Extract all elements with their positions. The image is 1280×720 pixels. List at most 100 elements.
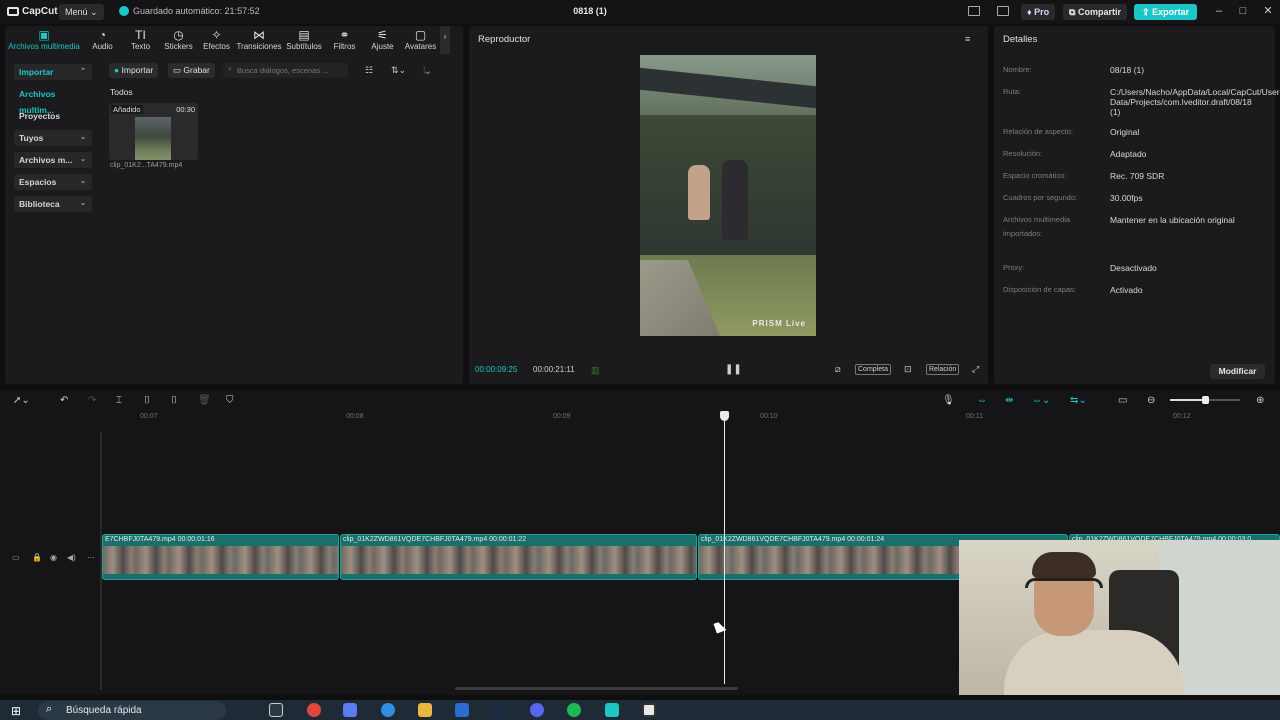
capcut-taskbar-icon[interactable]	[642, 703, 656, 717]
menu-icon[interactable]: ≡	[965, 34, 970, 44]
spotify-icon[interactable]	[567, 703, 581, 717]
layout-icon[interactable]	[968, 6, 980, 16]
check-icon	[119, 6, 129, 16]
select-tool-icon[interactable]: ➚⌄	[13, 395, 30, 406]
tab-adjust[interactable]: ⚟ Ajuste	[364, 26, 401, 54]
menu-button[interactable]: Menú ⌄	[59, 4, 104, 20]
discord-icon[interactable]	[530, 703, 544, 717]
export-button[interactable]: ⇪ Exportar	[1134, 4, 1198, 20]
sidebar-item-library[interactable]: Biblioteca ⌄	[14, 196, 92, 212]
edge-icon[interactable]	[381, 703, 395, 717]
close-icon[interactable]: ✕	[1262, 5, 1274, 17]
tab-effects[interactable]: ✧ Efectos	[198, 26, 235, 54]
tab-text[interactable]: TI Texto	[122, 26, 159, 54]
copilot-icon[interactable]	[343, 703, 357, 717]
link-icon[interactable]: ⇹	[1005, 395, 1013, 406]
tab-audio[interactable]: ◔ Audio	[84, 26, 121, 54]
zoom-out-icon[interactable]: ⊖	[1147, 395, 1155, 406]
import-button[interactable]: ● Importar	[109, 63, 159, 78]
media-search-input[interactable]: Busca diálogos, escenas ...	[223, 63, 348, 78]
grid-view-icon[interactable]: ☷	[365, 65, 373, 76]
clip-label: E7CHBFJ0TA479.mp4 00:00:01:16	[105, 536, 215, 543]
pause-icon[interactable]: ❚❚	[725, 364, 742, 375]
search-icon: ⌕	[228, 66, 232, 73]
tab-transitions[interactable]: ⋈ Transiciones	[236, 26, 282, 54]
trim-right-icon[interactable]: ⌷	[171, 395, 177, 406]
added-badge: Añadido	[111, 105, 143, 114]
zoom-in-icon[interactable]: ⊕	[1256, 395, 1264, 406]
trim-left-icon[interactable]: ⌷	[144, 395, 150, 406]
microphone-icon[interactable]: 🎙	[942, 395, 955, 406]
lock-icon[interactable]: 🔒	[32, 553, 42, 562]
redo-icon[interactable]: ↷	[88, 395, 96, 406]
media-thumbnail[interactable]: Añadido 00:30	[109, 103, 198, 160]
timeline-clip[interactable]: E7CHBFJ0TA479.mp4 00:00:01:16	[102, 534, 339, 580]
file-explorer-icon[interactable]	[418, 703, 432, 717]
sort-icon[interactable]: ⇅⌄	[391, 65, 406, 76]
ruler-tick: 00:11	[966, 413, 983, 420]
windows-start-icon[interactable]: ⊞	[11, 704, 21, 718]
clip-label: clip_01K2ZWD861VQDE7CHBFJ0TA479.mp4 00:0…	[343, 536, 527, 543]
clip-frames	[341, 546, 696, 574]
track-cover-icon[interactable]: ▭	[12, 553, 20, 562]
crop-icon[interactable]: ⧄	[835, 364, 841, 375]
record-icon: ▭	[173, 65, 182, 75]
snapshot-icon[interactable]: ⊡	[904, 364, 912, 375]
filter-icon[interactable]: ⫶⌄	[423, 65, 430, 76]
tab-media[interactable]: ▣ Archivos multimedia	[5, 26, 83, 54]
split-icon[interactable]: ⌶	[116, 395, 122, 406]
search-icon: ⌕	[46, 703, 53, 715]
ratio-button[interactable]: Relación	[926, 364, 960, 375]
detail-key: Resolución:	[1003, 149, 1043, 158]
chevron-down-icon: ⌄	[80, 178, 86, 185]
fullscreen-icon[interactable]: ⤢	[972, 364, 979, 375]
detail-value: Original	[1110, 127, 1140, 137]
sidebar-item-import[interactable]: Importar ⌃	[14, 64, 92, 80]
sidebar-item-media-files[interactable]: Archivos multim...	[14, 86, 92, 115]
tab-filters[interactable]: ⚭ Filtros	[326, 26, 363, 54]
magnet-icon[interactable]: ⇔	[977, 395, 987, 406]
sidebar-item-media-m[interactable]: Archivos m... ⌄	[14, 152, 92, 168]
sidebar-item-secondary-projects[interactable]: Proyectos secun...	[14, 108, 92, 137]
export-label: Exportar	[1152, 7, 1190, 17]
record-label: Grabar	[183, 65, 210, 75]
tab-stickers[interactable]: ◷ Stickers	[160, 26, 197, 54]
caption-icon[interactable]: ▭	[1118, 395, 1127, 406]
delete-icon[interactable]: 🗑	[198, 395, 211, 406]
timeline-clip[interactable]: clip_01K2ZWD861VQDE7CHBFJ0TA479.mp4 00:0…	[340, 534, 697, 580]
diamond-icon: ♦	[1027, 7, 1032, 17]
tab-subtitles[interactable]: ▤ Subtítulos	[283, 26, 325, 54]
shortcuts-icon[interactable]	[997, 6, 1009, 16]
timeline-scrollbar[interactable]	[455, 687, 738, 690]
sidebar-item-spaces[interactable]: Espacios ⌄	[14, 174, 92, 190]
store-icon[interactable]	[455, 703, 469, 717]
modify-button[interactable]: Modificar	[1210, 364, 1265, 379]
playhead[interactable]	[724, 416, 725, 684]
tabs-scroll-right-icon[interactable]: ›	[440, 26, 450, 54]
undo-icon[interactable]: ↶	[60, 395, 68, 406]
zoom-slider-thumb[interactable]	[1202, 396, 1209, 404]
more-icon[interactable]: ⋯	[87, 553, 95, 562]
steam-icon[interactable]	[492, 703, 506, 717]
sidebar-item-yours[interactable]: Tuyos ⌄	[14, 130, 92, 146]
record-button[interactable]: ▭ Grabar	[168, 63, 215, 78]
share-button[interactable]: ⧉ Compartir	[1063, 4, 1127, 20]
video-preview[interactable]: PRISM Live	[640, 55, 816, 336]
filter-all-label[interactable]: Todos	[110, 87, 133, 97]
ruler-tick: 00:07	[140, 413, 158, 420]
marker-icon[interactable]: ⛉	[226, 395, 234, 406]
task-view-icon[interactable]	[269, 703, 283, 717]
pro-button[interactable]: ♦ Pro	[1021, 4, 1056, 20]
preview-axis-icon[interactable]: ⇔⌄	[1032, 395, 1050, 406]
maximize-icon[interactable]: □	[1237, 5, 1249, 17]
snap-icon[interactable]: ⇆⌄	[1070, 395, 1087, 406]
volume-icon[interactable]: ◀)	[67, 553, 76, 562]
eye-icon[interactable]: ◉	[50, 553, 57, 562]
app-icon[interactable]	[605, 703, 619, 717]
full-quality-button[interactable]: Completa	[855, 364, 891, 375]
chrome-icon[interactable]	[307, 703, 321, 717]
clip-frames	[103, 546, 338, 574]
taskbar-search-input[interactable]: Búsqueda rápida	[38, 701, 226, 720]
tab-avatars[interactable]: ▢ Avatares	[402, 26, 439, 54]
minimize-icon[interactable]: –	[1213, 5, 1225, 17]
